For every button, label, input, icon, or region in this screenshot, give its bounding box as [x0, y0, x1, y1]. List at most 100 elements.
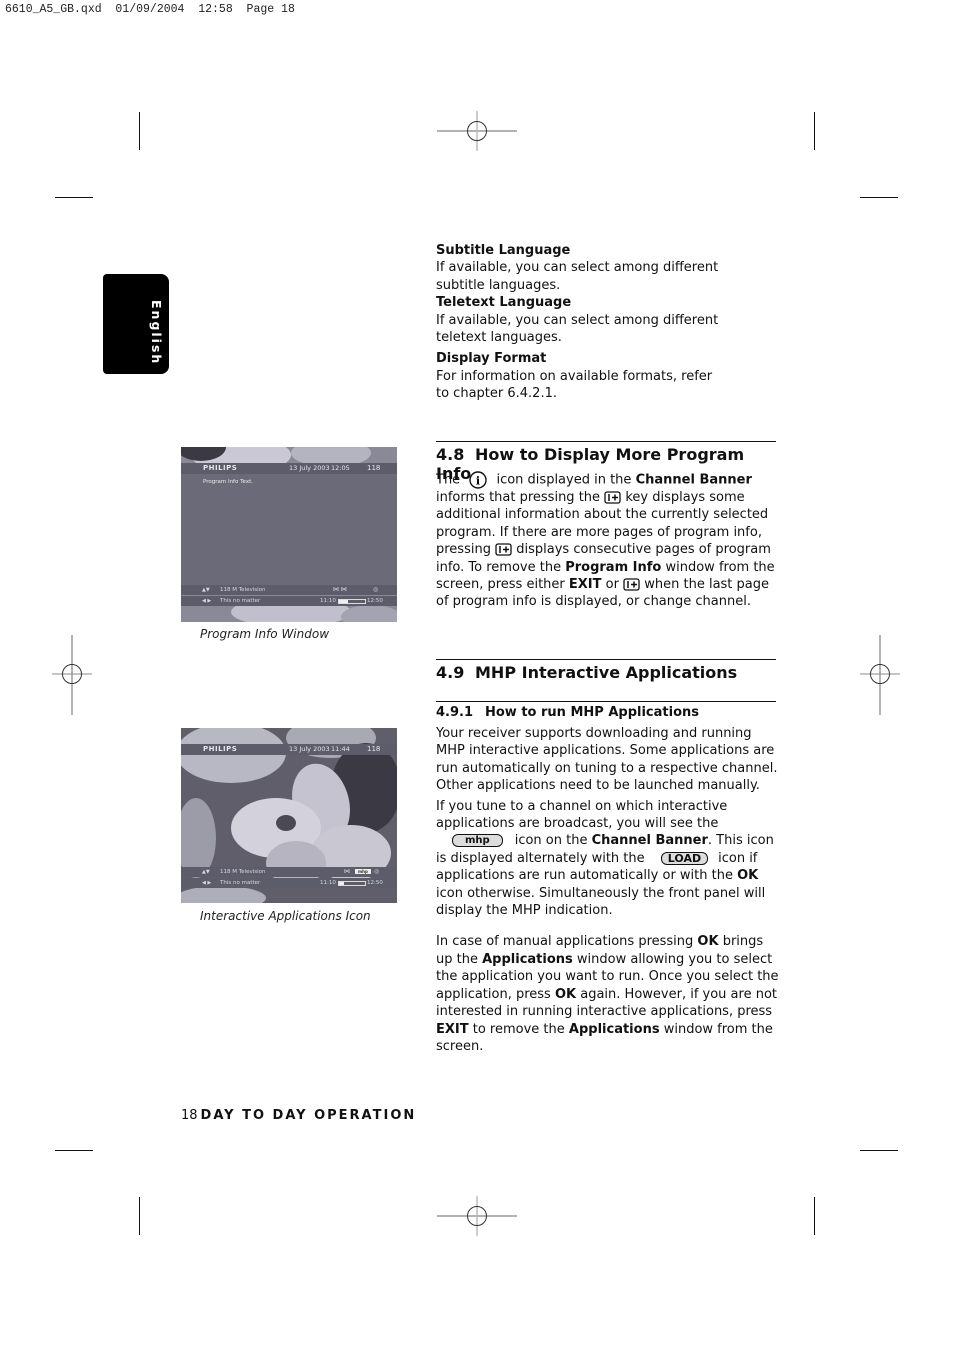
- text: icon on the: [514, 833, 588, 849]
- info-icon: i: [469, 471, 488, 489]
- entry-body: If available, you can select among diffe…: [436, 260, 719, 293]
- end-time: 12:50: [367, 880, 383, 886]
- crop-mark: [55, 197, 93, 198]
- program-info-text: Program Info Text.: [203, 479, 253, 485]
- text: If you tune to a channel on which intera…: [436, 798, 728, 832]
- language-tab: English: [103, 274, 169, 374]
- up-down-arrows-icon: ▲▼: [202, 587, 210, 593]
- section-number: 4.9: [436, 663, 465, 682]
- crop-mark: [860, 1150, 898, 1151]
- term: Applications: [568, 1021, 660, 1037]
- banner-date: 13 July 2003: [289, 745, 330, 753]
- paragraph: Your receiver supports downloading and r…: [436, 726, 778, 794]
- interactive-apps-screenshot: PHILIPS 13 July 2003 11:44 118 ▲▼ 118 M …: [181, 728, 397, 903]
- file-slug: 6610_A5_GB.qxd 01/09/2004 12:58 Page 18: [5, 3, 295, 16]
- banner-channel: 118: [367, 464, 381, 472]
- banner-row-program: ◀ ▶ This no matter 11:10 12:50: [181, 878, 397, 888]
- key-name: OK: [697, 934, 719, 950]
- entry-body: For information on available formats, re…: [436, 368, 713, 402]
- text: informs that pressing the: [436, 490, 601, 505]
- section-heading-4-9: 4.9 MHP Interactive Applications: [436, 659, 776, 682]
- registration-mark-icon: [52, 635, 92, 715]
- channel-banner-top: PHILIPS 13 July 2003 12:05 118: [181, 463, 397, 474]
- page-footer: 18 DAY TO DAY OPERATION: [181, 1108, 416, 1123]
- info-plus-key-icon: [623, 578, 640, 591]
- program-name: This no matter: [220, 598, 261, 604]
- page-number: 18: [181, 1108, 198, 1123]
- subtitle-icons: ⋈ ⋈: [333, 586, 347, 593]
- term: Program Info: [565, 559, 662, 575]
- banner-time: 11:44: [331, 745, 350, 753]
- text: to remove the: [472, 1021, 565, 1037]
- load-icon: LOAD: [660, 851, 709, 865]
- left-right-arrows-icon: ◀ ▶: [202, 880, 212, 886]
- brand-logo: PHILIPS: [203, 464, 238, 472]
- svg-text:i: i: [476, 475, 480, 488]
- term: Channel Banner: [591, 833, 708, 849]
- paragraph: If you tune to a channel on which intera…: [436, 798, 781, 920]
- crop-mark: [814, 112, 815, 150]
- subtitle-icon: ⋈: [344, 868, 350, 875]
- key-name: OK: [554, 986, 577, 1002]
- figure-caption: Interactive Applications Icon: [200, 909, 371, 923]
- text: or: [605, 577, 619, 593]
- term: Channel Banner: [635, 472, 752, 488]
- up-down-arrows-icon: ▲▼: [202, 869, 210, 875]
- info-icon: ◎: [374, 868, 380, 875]
- subsection-heading-4-9-1: 4.9.1 How to run MHP Applications: [436, 701, 776, 720]
- term: Applications: [482, 951, 573, 967]
- text: In case of manual applications pressing: [436, 934, 694, 950]
- section-4-9-body: Your receiver supports downloading and r…: [436, 725, 781, 1055]
- crop-mark: [860, 197, 898, 198]
- mhp-icon: mhp: [452, 834, 503, 848]
- entry-heading: Display Format: [436, 351, 547, 367]
- entry-heading: Teletext Language: [436, 295, 572, 311]
- brand-logo: PHILIPS: [203, 745, 238, 753]
- start-time: 11:10: [320, 598, 336, 604]
- program-progress-bar: [338, 881, 366, 886]
- section-number: 4.8: [436, 445, 465, 464]
- text: icon otherwise. Simultaneously the front…: [436, 885, 766, 919]
- end-time: 12:50: [367, 598, 383, 604]
- info-icon: ◎: [373, 586, 379, 593]
- figure-caption: Program Info Window: [200, 627, 330, 641]
- banner-time: 12:05: [331, 464, 350, 472]
- program-progress-bar: [338, 599, 366, 604]
- program-info-screenshot: PHILIPS 13 July 2003 12:05 118 Program I…: [181, 447, 397, 622]
- channel-name: 118 M Television: [220, 869, 266, 875]
- chapter-title: DAY TO DAY OPERATION: [200, 1108, 417, 1123]
- paragraph: In case of manual applications pressing …: [436, 933, 781, 1055]
- text: icon displayed in the: [496, 472, 632, 488]
- key-name: EXIT: [436, 1021, 469, 1037]
- banner-date: 13 July 2003: [289, 464, 330, 472]
- registration-mark-icon: [860, 635, 900, 715]
- banner-row-channel: ▲▼ 118 M Television ⋈ mhp ◎: [181, 867, 397, 877]
- registration-mark-icon: [437, 111, 517, 151]
- registration-mark-icon: [437, 1196, 517, 1236]
- banner-row-program: ◀ ▶ This no matter 11:10 12:50: [181, 596, 397, 606]
- crop-mark: [55, 1150, 93, 1151]
- info-plus-key-icon: [604, 491, 621, 504]
- crop-mark: [139, 112, 140, 150]
- entry-body: If available, you can select among diffe…: [436, 312, 719, 346]
- channel-banner-top: PHILIPS 13 July 2003 11:44 118: [181, 744, 397, 755]
- start-time: 11:10: [320, 880, 336, 886]
- left-right-arrows-icon: ◀ ▶: [202, 598, 212, 604]
- crop-mark: [814, 1197, 815, 1235]
- crop-mark: [139, 1197, 140, 1235]
- program-name: This no matter: [220, 880, 261, 886]
- banner-channel: 118: [367, 745, 381, 753]
- channel-name: 118 M Television: [220, 587, 266, 593]
- subsection-title: How to run MHP Applications: [485, 705, 699, 720]
- info-plus-key-icon: [495, 543, 512, 556]
- entry-heading: Subtitle Language: [436, 243, 571, 258]
- key-name: OK: [737, 868, 759, 884]
- settings-entries: Subtitle Language If available, you can …: [436, 242, 781, 403]
- language-tab-label: English: [149, 300, 164, 366]
- section-4-8-body: The i icon displayed in the Channel Bann…: [436, 471, 781, 611]
- text: The: [436, 472, 461, 488]
- banner-row-channel: ▲▼ 118 M Television ⋈ ⋈ ◎: [181, 585, 397, 595]
- mhp-badge-icon: mhp: [355, 869, 371, 874]
- key-name: EXIT: [568, 577, 602, 593]
- section-title: MHP Interactive Applications: [475, 663, 738, 682]
